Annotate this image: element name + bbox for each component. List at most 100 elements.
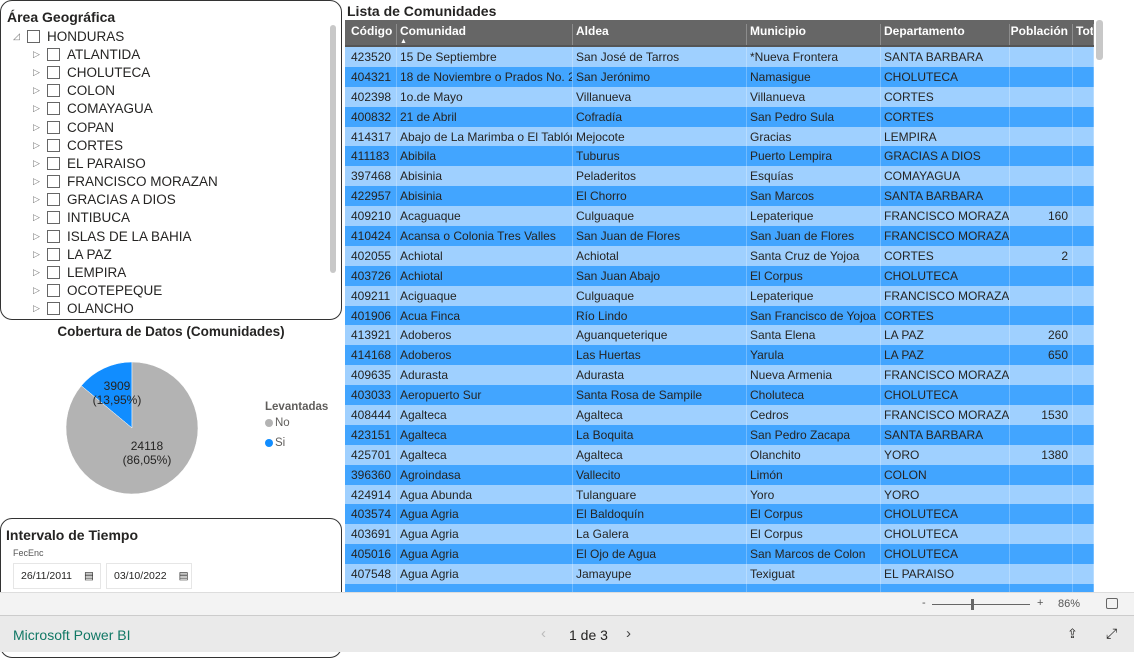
zoom-slider[interactable] (932, 604, 1030, 605)
legend-item-si[interactable]: Si (265, 437, 328, 449)
table-row[interactable]: 407548 Agua Agria Jamayupe Texiguat EL PARAI… (345, 564, 1094, 585)
tree-node[interactable]: ▷ CORTES (13, 136, 218, 154)
tree-node[interactable]: ▷ ATLANTIDA (13, 45, 218, 63)
expand-icon[interactable]: ▷ (33, 285, 47, 296)
tree-node[interactable]: ▷ LEMPIRA (13, 263, 218, 281)
table-row[interactable]: 404321 18 de Noviembre o Prados No. 2 San … (345, 66, 1094, 87)
fit-page-icon[interactable] (1106, 598, 1118, 609)
table-row[interactable]: 409635 Adurasta Adurasta Nueva Armenia FRANC… (345, 365, 1094, 386)
table-row[interactable]: 403033 Aeropuerto Sur Santa Rosa de Sampil… (345, 385, 1094, 406)
expand-icon[interactable]: ▷ (33, 267, 47, 278)
tree-node[interactable]: ▷ FRANCISCO MORAZAN (13, 173, 218, 191)
table-row[interactable]: 414168 Adoberos Las Huertas Yarula LA PAZ 650 (345, 345, 1094, 366)
column-header[interactable]: Aldea (573, 24, 747, 45)
expand-icon[interactable]: ▷ (33, 122, 47, 133)
checkbox[interactable] (47, 47, 60, 61)
checkbox[interactable] (47, 156, 60, 170)
zoom-out-button[interactable]: - (922, 597, 926, 609)
table-row[interactable]: 423520 15 De Septiembre San José de Tarros… (345, 47, 1094, 67)
power-bi-link[interactable]: Microsoft Power BI (13, 627, 130, 643)
prev-page-icon[interactable]: ‹ (541, 625, 546, 642)
column-header[interactable]: Código (345, 24, 397, 45)
column-header[interactable]: Municipio (747, 24, 881, 45)
column-header[interactable]: Comunidad ▲ (397, 24, 573, 45)
expand-icon[interactable]: ▷ (33, 212, 47, 223)
column-header[interactable]: Población (1010, 24, 1073, 45)
tree-node[interactable]: ▷ INTIBUCA (13, 209, 218, 227)
table-row[interactable]: 400832 21 de Abril Cofradía San Pedro Sula C… (345, 106, 1094, 127)
checkbox[interactable] (47, 102, 60, 116)
checkbox[interactable] (47, 65, 60, 79)
table-row[interactable]: 409211 Aciguaque Culguaque Lepaterique FRANC… (345, 285, 1094, 306)
checkbox[interactable] (47, 284, 60, 298)
tree-node[interactable]: ▷ CHOLUTECA (13, 63, 218, 81)
checkbox[interactable] (47, 120, 60, 134)
calendar-icon[interactable]: ▤ (179, 570, 189, 582)
tree-node[interactable]: ▷ COMAYAGUA (13, 100, 218, 118)
checkbox[interactable] (47, 247, 60, 261)
start-date-input[interactable]: 26/11/2011 ▤ (13, 563, 101, 589)
column-header[interactable]: Departamento (881, 24, 1010, 45)
collapse-icon[interactable]: ◿ (13, 31, 27, 42)
table-row[interactable]: 414317 Abajo de La Marimba o El Tablón Mej… (345, 126, 1094, 147)
table-row[interactable] (345, 584, 1094, 592)
expand-icon[interactable]: ▷ (33, 249, 47, 260)
expand-icon[interactable]: ▷ (33, 158, 47, 169)
checkbox[interactable] (47, 229, 60, 243)
table-row[interactable]: 423151 Agalteca La Boquita San Pedro Zacapa… (345, 424, 1094, 445)
table-row[interactable]: 396360 Agroindasa Vallecito Limón COLON (345, 464, 1094, 485)
table-row[interactable]: 413921 Adoberos Aguanqueterique Santa Elena… (345, 325, 1094, 346)
expand-icon[interactable]: ▷ (33, 67, 47, 78)
zoom-slider-thumb[interactable] (971, 599, 974, 610)
calendar-icon[interactable]: ▤ (84, 570, 94, 582)
table-row[interactable]: 402398 1o.de Mayo Villanueva Villanueva CORT… (345, 86, 1094, 107)
table-row[interactable]: 422957 Abisinia El Chorro San Marcos SANTA B… (345, 186, 1094, 207)
next-page-icon[interactable]: › (626, 625, 631, 642)
checkbox[interactable] (47, 138, 60, 152)
fullscreen-icon[interactable]: ⤢ (1106, 625, 1117, 642)
expand-icon[interactable]: ▷ (33, 85, 47, 96)
checkbox[interactable] (47, 84, 60, 98)
tree-node-root[interactable]: ◿ HONDURAS (13, 27, 218, 45)
checkbox[interactable] (47, 175, 60, 189)
checkbox[interactable] (47, 193, 60, 207)
tree-node[interactable]: ▷ COPAN (13, 118, 218, 136)
tree-node[interactable]: ▷ EL PARAISO (13, 154, 218, 172)
checkbox[interactable] (47, 266, 60, 280)
tree-node[interactable]: ▷ GRACIAS A DIOS (13, 191, 218, 209)
table-row[interactable]: 410424 Acansa o Colonia Tres Valles San Ju… (345, 226, 1094, 246)
table-row[interactable]: 409210 Acaguaque Culguaque Lepaterique FRANC… (345, 206, 1094, 227)
table-row[interactable]: 401906 Acua Finca Río Lindo San Francisco d… (345, 305, 1094, 326)
table-row[interactable]: 403726 Achiotal San Juan Abajo El Corpus CHO… (345, 265, 1094, 286)
tree-node[interactable]: ▷ ISLAS DE LA BAHIA (13, 227, 218, 245)
table-row[interactable]: 397468 Abisinia Peladeritos Esquías COMAYAGU… (345, 166, 1094, 187)
table-row[interactable]: 403691 Agua Agria La Galera El Corpus CHOLUT… (345, 524, 1094, 545)
table-row[interactable]: 402055 Achiotal Achiotal Santa Cruz de Yojo… (345, 245, 1094, 266)
table-row[interactable]: 411183 Abibila Tuburus Puerto Lempira GRACIA… (345, 146, 1094, 167)
checkbox[interactable] (47, 211, 60, 225)
legend-item-no[interactable]: No (265, 417, 328, 429)
expand-icon[interactable]: ▷ (33, 303, 47, 314)
table-row[interactable]: 425701 Agalteca Agalteca Olanchito YORO 1380 (345, 444, 1094, 465)
checkbox[interactable] (47, 302, 60, 316)
table-scrollbar[interactable] (1096, 20, 1103, 580)
tree-node[interactable]: ▷ LA PAZ (13, 245, 218, 263)
end-date-input[interactable]: 03/10/2022 ▤ (106, 563, 192, 589)
expand-icon[interactable]: ▷ (33, 176, 47, 187)
table-row[interactable]: 403574 Agua Agria El Baldoquín El Corpus CHO… (345, 504, 1094, 525)
scrollbar[interactable] (330, 25, 336, 273)
table-row[interactable]: 408444 Agalteca Agalteca Cedros FRANCISCO MO… (345, 405, 1094, 425)
expand-icon[interactable]: ▷ (33, 194, 47, 205)
share-icon[interactable]: ⇪ (1067, 626, 1078, 642)
table-row[interactable]: 424914 Agua Abunda Tulanguare Yoro YORO (345, 484, 1094, 505)
tree-node[interactable]: ▷ OLANCHO (13, 300, 218, 318)
tree-node[interactable]: ▷ OCOTEPEQUE (13, 282, 218, 300)
expand-icon[interactable]: ▷ (33, 49, 47, 60)
tree-node[interactable]: ▷ COLON (13, 82, 218, 100)
zoom-in-button[interactable]: + (1037, 597, 1043, 609)
expand-icon[interactable]: ▷ (33, 103, 47, 114)
expand-icon[interactable]: ▷ (33, 140, 47, 151)
checkbox[interactable] (27, 29, 40, 43)
table-row[interactable]: 405016 Agua Agria El Ojo de Agua San Marcos… (345, 544, 1094, 565)
column-header[interactable]: Tot (1073, 24, 1094, 45)
